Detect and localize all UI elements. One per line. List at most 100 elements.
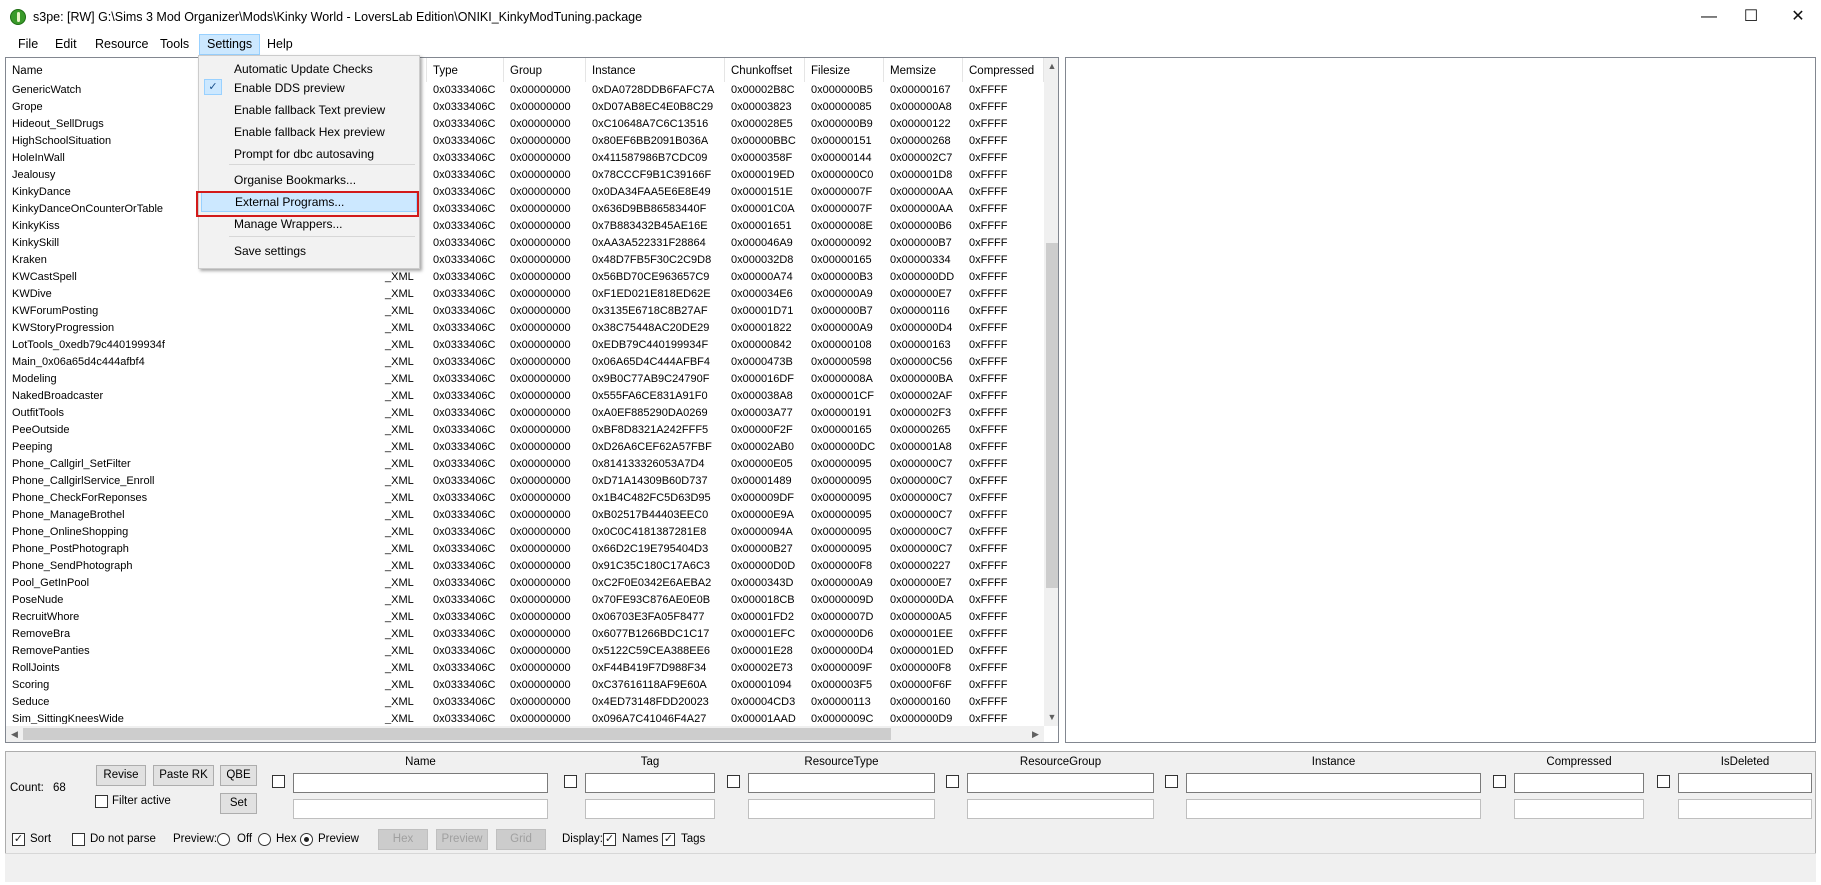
preview-hex-radio[interactable] bbox=[258, 833, 271, 846]
filter-name-input-2[interactable] bbox=[293, 799, 548, 819]
filter-compressed-checkbox[interactable] bbox=[1493, 775, 1506, 788]
menu-tools[interactable]: Tools bbox=[153, 34, 196, 55]
display-tags-checkbox[interactable]: ✓ bbox=[662, 833, 675, 846]
menu-item-save-settings[interactable]: Save settings bbox=[201, 241, 417, 261]
preview-preview-radio[interactable] bbox=[300, 833, 313, 846]
table-row[interactable]: Modeling _XML 0x0333406C 0x00000000 0x9B0C77… bbox=[6, 371, 1046, 388]
table-row[interactable]: RecruitWhore _XML 0x0333406C 0x00000000 0x06… bbox=[6, 609, 1046, 626]
column-header-chunkoffset[interactable]: Chunkoffset bbox=[725, 58, 805, 82]
menu-item-automatic-update-checks[interactable]: Automatic Update Checks bbox=[201, 59, 417, 79]
table-row[interactable]: PoseNude _XML 0x0333406C 0x00000000 0x70FE93… bbox=[6, 592, 1046, 609]
filter-compressed-input-2[interactable] bbox=[1514, 799, 1644, 819]
set-button[interactable]: Set bbox=[220, 793, 257, 814]
table-row[interactable]: Phone_OnlineShopping _XML 0x0333406C 0x0000… bbox=[6, 524, 1046, 541]
column-header-type[interactable]: Type bbox=[427, 58, 504, 82]
filter-tag-checkbox[interactable] bbox=[564, 775, 577, 788]
table-row[interactable]: Seduce _XML 0x0333406C 0x00000000 0x4ED73148… bbox=[6, 694, 1046, 711]
filter-active-checkbox[interactable] bbox=[95, 795, 108, 808]
table-row[interactable]: PeeOutside _XML 0x0333406C 0x00000000 0xBF8D… bbox=[6, 422, 1046, 439]
filter-isdeleted-checkbox[interactable] bbox=[1657, 775, 1670, 788]
filter-isdeleted-input[interactable] bbox=[1678, 773, 1812, 793]
scroll-down-arrow-icon[interactable]: ▼ bbox=[1044, 709, 1058, 726]
scroll-right-arrow-icon[interactable]: ▶ bbox=[1027, 726, 1044, 742]
table-row[interactable]: RemoveBra _XML 0x0333406C 0x00000000 0x6077B… bbox=[6, 626, 1046, 643]
revise-button[interactable]: Revise bbox=[96, 765, 146, 786]
filter-name-checkbox[interactable] bbox=[272, 775, 285, 788]
table-row[interactable]: Phone_Callgirl_SetFilter _XML 0x0333406C 0x… bbox=[6, 456, 1046, 473]
table-row[interactable]: Phone_PostPhotograph _XML 0x0333406C 0x0000… bbox=[6, 541, 1046, 558]
menu-file[interactable]: File bbox=[11, 34, 45, 55]
close-button[interactable]: ✕ bbox=[1775, 0, 1821, 34]
display-names-checkbox[interactable]: ✓ bbox=[603, 833, 616, 846]
table-row[interactable]: Grope_XML0x0333406C0x000000000xD07AB8EC4… bbox=[6, 99, 1046, 116]
table-row[interactable]: Phone_ManageBrothel _XML 0x0333406C 0x00000… bbox=[6, 507, 1046, 524]
filter-resourcegroup-input-2[interactable] bbox=[967, 799, 1154, 819]
preview-button[interactable]: Preview bbox=[436, 829, 488, 850]
table-row[interactable]: KinkyDanceOnCounterOrTable_XML0x0333406C… bbox=[6, 201, 1046, 218]
table-row[interactable]: NakedBroadcaster _XML 0x0333406C 0x00000000… bbox=[6, 388, 1046, 405]
table-row[interactable]: KWDive _XML 0x0333406C 0x00000000 0xF1ED021E… bbox=[6, 286, 1046, 303]
scroll-up-arrow-icon[interactable]: ▲ bbox=[1044, 58, 1058, 75]
menu-item-enable-fallback-hex-preview[interactable]: Enable fallback Hex preview bbox=[201, 122, 417, 142]
menu-item-manage-wrappers[interactable]: Manage Wrappers... bbox=[201, 214, 417, 234]
filter-resourcegroup-checkbox[interactable] bbox=[946, 775, 959, 788]
filter-resourcetype-input-2[interactable] bbox=[748, 799, 935, 819]
table-row[interactable]: Hideout_SellDrugs_XML0x0333406C0x0000000… bbox=[6, 116, 1046, 133]
table-row[interactable]: Scoring _XML 0x0333406C 0x00000000 0xC376161… bbox=[6, 677, 1046, 694]
do-not-parse-checkbox[interactable] bbox=[72, 833, 85, 846]
filter-resourcetype-checkbox[interactable] bbox=[727, 775, 740, 788]
filter-compressed-input[interactable] bbox=[1514, 773, 1644, 793]
table-row[interactable]: KWCastSpell _XML 0x0333406C 0x00000000 0x56B… bbox=[6, 269, 1046, 286]
filter-tag-input-2[interactable] bbox=[585, 799, 715, 819]
horizontal-scrollbar[interactable]: ◀ ▶ bbox=[6, 726, 1044, 742]
grid-button[interactable]: Grid bbox=[496, 829, 546, 850]
table-row[interactable]: KinkyKiss_XML0x0333406C0x000000000x7B883… bbox=[6, 218, 1046, 235]
table-row[interactable]: Phone_CheckForReponses _XML 0x0333406C 0x00… bbox=[6, 490, 1046, 507]
filter-instance-input-2[interactable] bbox=[1186, 799, 1481, 819]
column-header-group[interactable]: Group bbox=[504, 58, 586, 82]
filter-resourcetype-input[interactable] bbox=[748, 773, 935, 793]
table-row[interactable]: KinkySkill_XML0x0333406C0x000000000xAA3A… bbox=[6, 235, 1046, 252]
table-row[interactable]: Jealousy_XML0x0333406C0x000000000x78CCCF… bbox=[6, 167, 1046, 184]
scroll-left-arrow-icon[interactable]: ◀ bbox=[6, 726, 23, 742]
table-row[interactable]: HoleInWall_XML0x0333406C0x000000000x4115… bbox=[6, 150, 1046, 167]
menu-item-organise-bookmarks[interactable]: Organise Bookmarks... bbox=[201, 170, 417, 190]
menu-edit[interactable]: Edit bbox=[48, 34, 84, 55]
menu-item-prompt-for-dbc-autosaving[interactable]: Prompt for dbc autosaving bbox=[201, 144, 417, 164]
table-row[interactable]: GenericWatch_XML0x0333406C0x000000000xDA… bbox=[6, 82, 1046, 99]
table-row[interactable]: Main_0x06a65d4c444afbf4 _XML 0x0333406C 0x0… bbox=[6, 354, 1046, 371]
table-row[interactable]: Phone_SendPhotograph _XML 0x0333406C 0x0000… bbox=[6, 558, 1046, 575]
horizontal-scroll-thumb[interactable] bbox=[23, 728, 891, 740]
resource-list[interactable]: NameTagTypeGroupInstanceChunkoffsetFiles… bbox=[5, 57, 1059, 743]
menu-resource[interactable]: Resource bbox=[88, 34, 156, 55]
filter-tag-input[interactable] bbox=[585, 773, 715, 793]
vertical-scroll-thumb[interactable] bbox=[1046, 243, 1058, 588]
vertical-scrollbar[interactable]: ▲ ▼ bbox=[1044, 58, 1058, 726]
filter-resourcegroup-input[interactable] bbox=[967, 773, 1154, 793]
table-row[interactable]: Pool_GetInPool _XML 0x0333406C 0x00000000 0x… bbox=[6, 575, 1046, 592]
filter-instance-input[interactable] bbox=[1186, 773, 1481, 793]
maximize-button[interactable]: ☐ bbox=[1728, 0, 1774, 34]
table-row[interactable]: KinkyDance_XML0x0333406C0x000000000x0DA3… bbox=[6, 184, 1046, 201]
paste-rk-button[interactable]: Paste RK bbox=[153, 765, 214, 786]
qbe-button[interactable]: QBE bbox=[220, 765, 257, 786]
table-row[interactable]: Kraken_XML0x0333406C0x000000000x48D7FB5F… bbox=[6, 252, 1046, 269]
filter-instance-checkbox[interactable] bbox=[1165, 775, 1178, 788]
menu-item-enable-fallback-text-preview[interactable]: Enable fallback Text preview bbox=[201, 100, 417, 120]
column-header-compressed[interactable]: Compressed bbox=[963, 58, 1044, 82]
table-row[interactable]: OutfitTools _XML 0x0333406C 0x00000000 0xA0E… bbox=[6, 405, 1046, 422]
menu-settings[interactable]: Settings bbox=[199, 34, 261, 55]
table-row[interactable]: Peeping _XML 0x0333406C 0x00000000 0xD26A6CE… bbox=[6, 439, 1046, 456]
table-row[interactable]: RollJoints _XML 0x0333406C 0x00000000 0xF44B… bbox=[6, 660, 1046, 677]
column-header-memsize[interactable]: Memsize bbox=[884, 58, 963, 82]
menu-help[interactable]: Help bbox=[260, 34, 300, 55]
menu-item-enable-dds-preview[interactable]: ✓ Enable DDS preview bbox=[201, 78, 417, 98]
minimize-button[interactable]: — bbox=[1686, 0, 1732, 34]
table-row[interactable]: Sim_SittingKneesWide _XML 0x0333406C 0x0000… bbox=[6, 711, 1046, 724]
filter-isdeleted-input-2[interactable] bbox=[1678, 799, 1812, 819]
table-row[interactable]: LotTools_0xedb79c440199934f _XML 0x0333406… bbox=[6, 337, 1046, 354]
filter-name-input[interactable] bbox=[293, 773, 548, 793]
table-row[interactable]: RemovePanties _XML 0x0333406C 0x00000000 0x5… bbox=[6, 643, 1046, 660]
sort-checkbox[interactable]: ✓ bbox=[12, 833, 25, 846]
table-row[interactable]: KWForumPosting _XML 0x0333406C 0x00000000 0x… bbox=[6, 303, 1046, 320]
